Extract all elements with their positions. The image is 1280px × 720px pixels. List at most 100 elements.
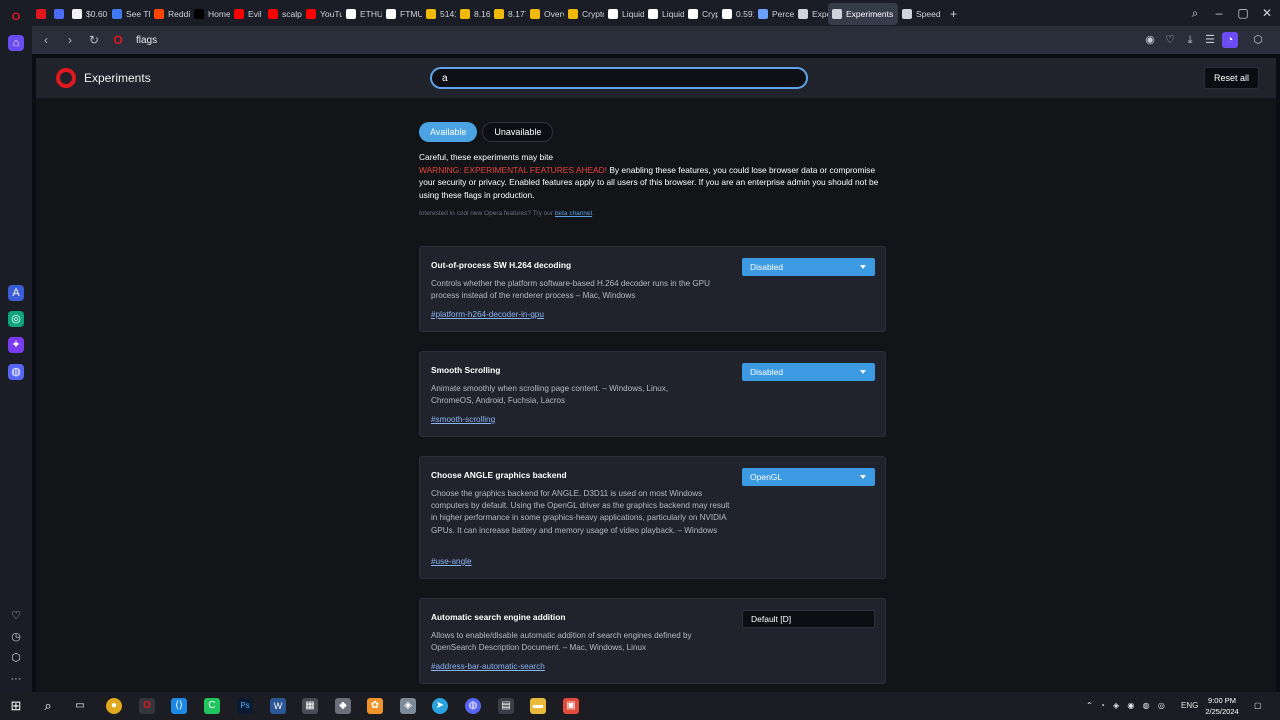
- search-flags-input[interactable]: [430, 67, 808, 89]
- browser-tab[interactable]: See Th: [108, 3, 150, 25]
- flag-select-value: Disabled: [750, 262, 784, 272]
- flag-link[interactable]: #use-angle: [431, 557, 472, 566]
- snapshot-icon[interactable]: ◉: [1142, 32, 1158, 48]
- history-icon[interactable]: ◷: [8, 629, 24, 645]
- tray-chevron-icon[interactable]: ⌃: [1086, 701, 1093, 710]
- app-icon[interactable]: ◆: [335, 698, 351, 714]
- tab-favicon-icon: [72, 9, 82, 19]
- browser-tab[interactable]: Crypto: [564, 3, 604, 25]
- easy-setup-icon[interactable]: ☰: [1202, 32, 1218, 48]
- app-icon-5[interactable]: ▣: [563, 698, 579, 714]
- back-icon[interactable]: ‹: [34, 28, 58, 52]
- browser-tab[interactable]: Evil Tw: [230, 3, 264, 25]
- browser-tab[interactable]: 51412: [422, 3, 456, 25]
- reset-all-button[interactable]: Reset all: [1204, 67, 1259, 89]
- profile-icon[interactable]: ◔: [1222, 32, 1238, 48]
- close-icon[interactable]: ✕: [1255, 0, 1279, 26]
- browser-tab[interactable]: Experiments: [828, 3, 898, 25]
- browser-tab[interactable]: ETHUS|: [342, 3, 382, 25]
- app-icon-4[interactable]: ▤: [498, 698, 514, 714]
- favorite-icon[interactable]: ♡: [1162, 32, 1178, 48]
- chatgpt-icon[interactable]: ◎: [8, 311, 24, 327]
- more-icon[interactable]: ···: [8, 671, 24, 687]
- browser-tab[interactable]: [32, 3, 50, 25]
- notifications-icon[interactable]: ▢: [1254, 701, 1262, 710]
- tab-label: YouTub: [320, 9, 342, 19]
- tab-label: Experiments: [846, 9, 894, 19]
- browser-tab[interactable]: Overvie: [526, 3, 564, 25]
- calculator-icon[interactable]: ▦: [302, 698, 318, 714]
- reload-icon[interactable]: ↻: [82, 28, 106, 52]
- clock[interactable]: 9:00 PM 2/25/2024: [1202, 695, 1242, 717]
- browser-tab[interactable]: Experi: [794, 3, 828, 25]
- download-icon[interactable]: ⤓: [1182, 32, 1198, 48]
- browser-tab[interactable]: 0.5915: [718, 3, 754, 25]
- warning-red: WARNING: EXPERIMENTAL FEATURES AHEAD!: [419, 164, 607, 175]
- availability-tabs: Available Unavailable: [419, 122, 554, 142]
- maximize-icon[interactable]: ▢: [1231, 0, 1255, 26]
- discord-taskbar-icon[interactable]: ◍: [465, 698, 481, 714]
- browser-tab[interactable]: Percen: [754, 3, 794, 25]
- flag-select[interactable]: Disabled: [742, 258, 875, 276]
- browser-tab[interactable]: Home /: [190, 3, 230, 25]
- browser-tab[interactable]: scalp tr: [264, 3, 302, 25]
- flag-select[interactable]: Default [D]: [742, 610, 875, 628]
- flag-select[interactable]: Disabled: [742, 363, 875, 381]
- tab-label: Speed: [916, 9, 941, 19]
- extensions-toolbar-icon[interactable]: ⬡: [1250, 32, 1266, 48]
- photoshop-icon[interactable]: Ps: [237, 698, 253, 714]
- task-view-icon[interactable]: ▭: [72, 698, 88, 714]
- file-explorer-icon[interactable]: ▬: [530, 698, 546, 714]
- flag-link[interactable]: #address-bar-automatic-search: [431, 662, 545, 671]
- tray-icons[interactable]: ◔ ◈ ◉ ◍ ◎: [1100, 701, 1168, 710]
- browser-tab[interactable]: FTMUS: [382, 3, 422, 25]
- page-title: Experiments: [84, 71, 151, 85]
- beta-channel-link[interactable]: beta channel: [555, 210, 592, 217]
- browser-tab[interactable]: 8.177 |: [490, 3, 526, 25]
- tab-available[interactable]: Available: [419, 122, 478, 142]
- tab-label: scalp tr: [282, 9, 302, 19]
- beta-text: Interested in cool new Opera features? T…: [419, 210, 555, 217]
- search-tabs-icon[interactable]: ⌕: [1183, 0, 1207, 26]
- messenger-icon[interactable]: ✦: [8, 337, 24, 353]
- opera-menu-icon[interactable]: O: [8, 9, 24, 25]
- aria-icon[interactable]: A: [8, 285, 24, 301]
- flag-link[interactable]: #platform-h264-decoder-in-gpu: [431, 310, 544, 319]
- extensions-icon[interactable]: ⬡: [8, 650, 24, 666]
- language-indicator[interactable]: ENG: [1181, 701, 1198, 710]
- heart-icon[interactable]: ♡: [8, 608, 24, 624]
- browser-tab[interactable]: Speed: [898, 3, 946, 25]
- chrome-icon[interactable]: ●: [106, 698, 122, 714]
- tab-favicon-icon: [54, 9, 64, 19]
- flag-card: Automatic search engine addition Allows …: [419, 598, 886, 684]
- tab-favicon-icon: [460, 9, 470, 19]
- forward-icon[interactable]: ›: [58, 28, 82, 52]
- app-icon-2[interactable]: ✿: [367, 698, 383, 714]
- telegram-icon[interactable]: ➤: [432, 698, 448, 714]
- tab-favicon-icon: [306, 9, 316, 19]
- browser-tab[interactable]: YouTub: [302, 3, 342, 25]
- tab-label: Percen: [772, 9, 794, 19]
- browser-tab[interactable]: 8.161: [456, 3, 490, 25]
- flag-link[interactable]: #smooth-scrolling: [431, 415, 495, 424]
- home-icon[interactable]: ⌂: [8, 35, 24, 51]
- browser-tab[interactable]: [50, 3, 68, 25]
- new-tab-button[interactable]: +: [946, 3, 964, 25]
- vscode-icon[interactable]: ⟨⟩: [171, 698, 187, 714]
- browser-tab[interactable]: Crypto: [684, 3, 718, 25]
- flag-select[interactable]: OpenGL: [742, 468, 875, 486]
- tab-unavailable[interactable]: Unavailable: [482, 122, 554, 142]
- windows-start-icon[interactable]: ⊞: [8, 698, 24, 714]
- browser-tab[interactable]: $0.60 |: [68, 3, 108, 25]
- browser-tab[interactable]: Liquida: [644, 3, 684, 25]
- discord-icon[interactable]: ◍: [8, 364, 24, 380]
- browser-tab[interactable]: Liquida: [604, 3, 644, 25]
- word-icon[interactable]: W: [270, 698, 286, 714]
- browser-tab[interactable]: Reddit: [150, 3, 190, 25]
- search-icon[interactable]: ⌕: [40, 698, 56, 714]
- app-icon-3[interactable]: ◈: [400, 698, 416, 714]
- minimize-icon[interactable]: –: [1207, 0, 1231, 26]
- opera-taskbar-icon[interactable]: O: [139, 698, 155, 714]
- editor-icon[interactable]: C: [204, 698, 220, 714]
- url-field[interactable]: flags: [136, 35, 157, 46]
